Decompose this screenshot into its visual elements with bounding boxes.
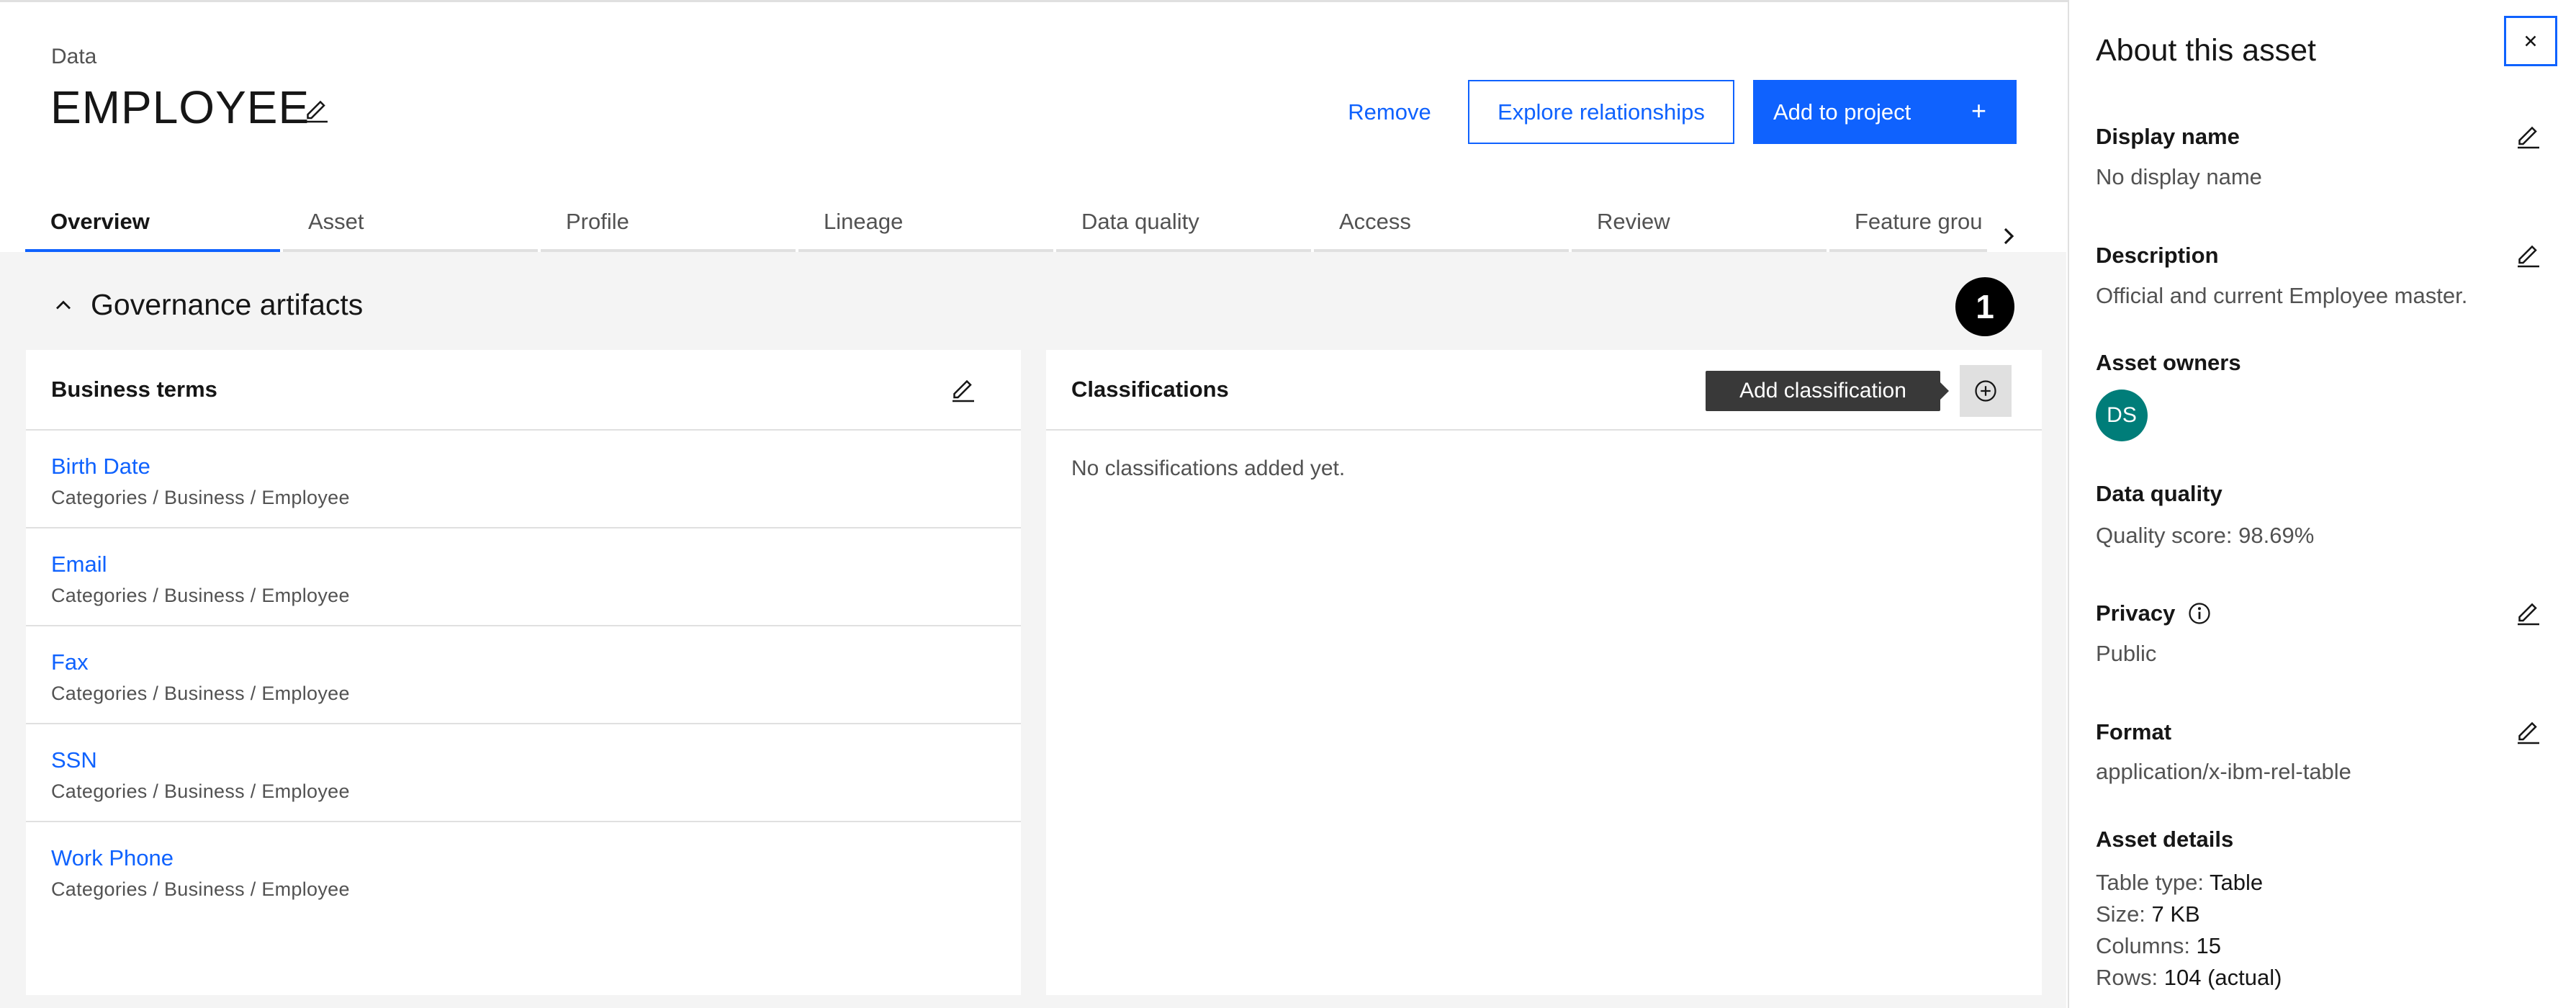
- display-name-label: Display name: [2096, 124, 2240, 149]
- remove-button[interactable]: Remove: [1325, 81, 1454, 144]
- asset-owners-label: Asset owners: [2096, 350, 2241, 375]
- list-item: Fax Categories / Business / Employee: [26, 626, 1021, 724]
- term-path: Categories / Business / Employee: [51, 487, 350, 508]
- plus-icon: +: [1971, 96, 1986, 125]
- term-link[interactable]: Work Phone: [51, 845, 1021, 871]
- display-name-value: No display name: [2096, 164, 2262, 189]
- detail-value: Table: [2209, 870, 2264, 895]
- business-terms-header: Business terms: [26, 350, 1021, 431]
- edit-business-terms-icon[interactable]: [949, 376, 978, 405]
- add-to-project-label: Add to project: [1773, 99, 1911, 125]
- term-path: Categories / Business / Employee: [51, 585, 350, 606]
- close-icon: [2525, 35, 2536, 47]
- edit-format-icon[interactable]: [2514, 718, 2543, 747]
- data-quality-value: Quality score: 98.69%: [2096, 523, 2315, 548]
- tab-lineage[interactable]: Lineage: [798, 194, 1053, 252]
- edit-title-icon[interactable]: [302, 96, 331, 125]
- page-title: EMPLOYEE: [50, 81, 310, 133]
- tab-feature-group[interactable]: Feature grou: [1829, 194, 1987, 252]
- list-item: SSN Categories / Business / Employee: [26, 724, 1021, 822]
- business-terms-title: Business terms: [51, 377, 217, 402]
- close-button[interactable]: [2504, 16, 2557, 66]
- privacy-value: Public: [2096, 641, 2157, 666]
- detail-columns: Columns: 15: [2096, 933, 2221, 959]
- add-classification-tooltip: Add classification: [1706, 371, 1949, 411]
- description-value: Official and current Employee master.: [2096, 283, 2468, 308]
- format-value: application/x-ibm-rel-table: [2096, 759, 2351, 784]
- tab-review[interactable]: Review: [1572, 194, 1827, 252]
- governance-title: Governance artifacts: [91, 288, 364, 321]
- term-link[interactable]: Email: [51, 552, 1021, 577]
- term-path: Categories / Business / Employee: [51, 878, 350, 900]
- term-path: Categories / Business / Employee: [51, 780, 350, 802]
- detail-table-type: Table type: Table: [2096, 870, 2263, 896]
- tab-access[interactable]: Access: [1314, 194, 1569, 252]
- list-item: Email Categories / Business / Employee: [26, 528, 1021, 626]
- chevron-up-icon: [56, 300, 71, 309]
- explore-relationships-button[interactable]: Explore relationships: [1468, 80, 1734, 144]
- list-item: Birth Date Categories / Business / Emplo…: [26, 431, 1021, 528]
- classifications-title: Classifications: [1071, 377, 1229, 402]
- edit-privacy-icon[interactable]: [2514, 599, 2543, 628]
- info-icon[interactable]: [2187, 600, 2212, 626]
- step-badge: 1: [1955, 277, 2014, 336]
- classifications-empty-text: No classifications added yet.: [1071, 456, 1346, 480]
- add-to-project-button[interactable]: Add to project +: [1753, 80, 2017, 144]
- governance-toggle[interactable]: Governance artifacts: [50, 288, 363, 322]
- panel-title: About this asset: [2096, 33, 2316, 68]
- add-circle-icon: [1975, 380, 1996, 402]
- tab-overview[interactable]: Overview: [25, 194, 280, 252]
- tab-profile[interactable]: Profile: [541, 194, 796, 252]
- detail-key: Table type:: [2096, 870, 2210, 895]
- detail-key: Rows:: [2096, 965, 2164, 990]
- detail-key: Columns:: [2096, 933, 2197, 958]
- add-classification-button[interactable]: [1960, 365, 2012, 417]
- term-link[interactable]: Fax: [51, 649, 1021, 675]
- detail-key: Size:: [2096, 901, 2152, 927]
- avatar[interactable]: DS: [2096, 390, 2148, 441]
- privacy-label: Privacy: [2096, 600, 2176, 626]
- tab-data-quality[interactable]: Data quality: [1056, 194, 1311, 252]
- description-label: Description: [2096, 243, 2219, 268]
- tab-asset[interactable]: Asset: [283, 194, 538, 252]
- detail-size: Size: 7 KB: [2096, 901, 2200, 927]
- breadcrumb[interactable]: Data: [51, 45, 96, 69]
- detail-value: 15: [2196, 933, 2222, 958]
- detail-value: 7 KB: [2151, 901, 2200, 927]
- detail-rows: Rows: 104 (actual): [2096, 965, 2282, 991]
- list-item: Work Phone Categories / Business / Emplo…: [26, 822, 1021, 920]
- asset-details-label: Asset details: [2096, 827, 2234, 852]
- edit-description-icon[interactable]: [2514, 241, 2543, 270]
- edit-display-name-icon[interactable]: [2514, 122, 2543, 151]
- detail-value: 104 (actual): [2163, 965, 2282, 990]
- tab-list: Overview Asset Profile Lineage Data qual…: [25, 194, 1987, 252]
- data-quality-label: Data quality: [2096, 481, 2223, 506]
- main-content: Data EMPLOYEE Remove Explore relationshi…: [0, 0, 2066, 1008]
- classifications-card: Classifications No classifications added…: [1046, 350, 2042, 995]
- chevron-right-icon[interactable]: [1994, 222, 2023, 251]
- business-terms-card: Business terms Birth Date Categories / B…: [26, 350, 1021, 995]
- format-label: Format: [2096, 719, 2172, 744]
- term-link[interactable]: SSN: [51, 747, 1021, 773]
- term-link[interactable]: Birth Date: [51, 454, 1021, 480]
- term-path: Categories / Business / Employee: [51, 683, 350, 704]
- about-asset-panel: About this asset Display name No display…: [2068, 0, 2576, 1008]
